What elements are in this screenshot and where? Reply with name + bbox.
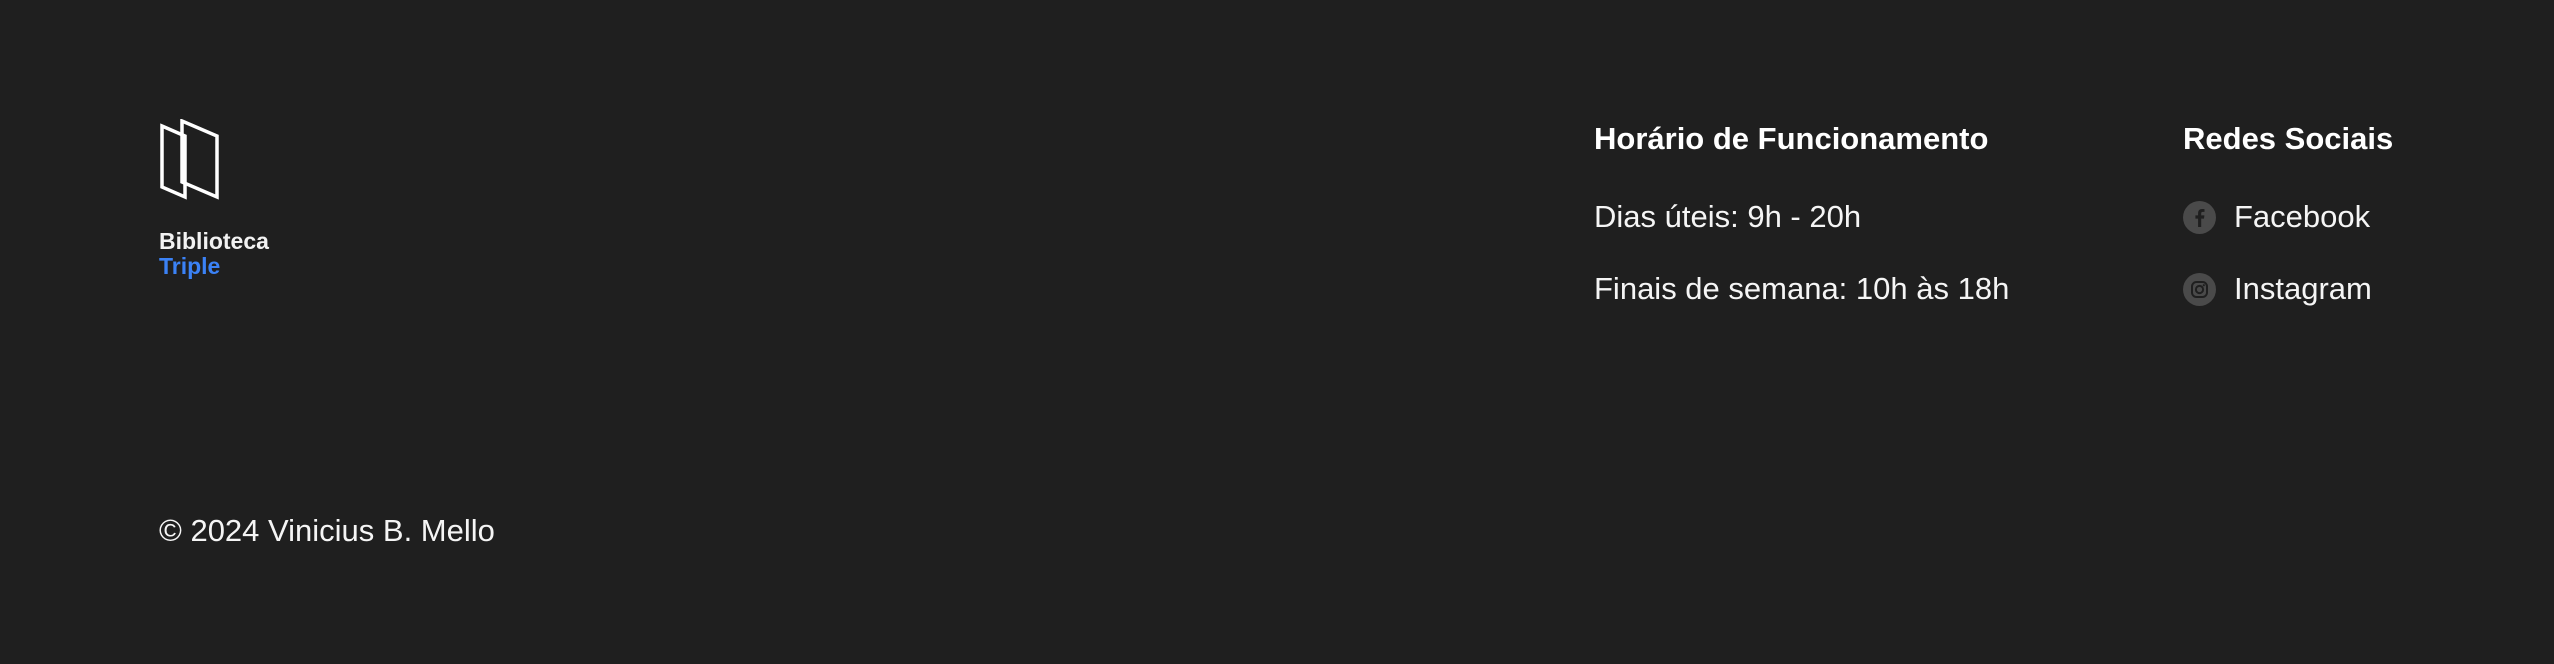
brand-name-primary: Biblioteca: [159, 228, 269, 254]
facebook-icon: [2183, 200, 2216, 234]
instagram-label: Instagram: [2234, 271, 2372, 306]
brand-name: Biblioteca Triple: [159, 229, 269, 279]
instagram-link[interactable]: Instagram: [2183, 269, 2393, 309]
facebook-link[interactable]: Facebook: [2183, 197, 2393, 237]
brand-name-accent: Triple: [159, 253, 221, 279]
instagram-icon: [2183, 272, 2216, 306]
opening-hours: Horário de Funcionamento Dias úteis: 9h …: [1594, 119, 2009, 341]
social-networks-title: Redes Sociais: [2183, 121, 2394, 156]
social-networks: Redes Sociais Facebook Instagram: [2183, 119, 2393, 341]
weekday-hours: Dias úteis: 9h - 20h: [1594, 199, 1862, 234]
book-pages-logo-icon: [160, 119, 219, 200]
copyright-text: © 2024 Vinicius B. Mello: [159, 513, 495, 548]
brand[interactable]: Biblioteca Triple: [159, 119, 269, 279]
site-footer: Biblioteca Triple Horário de Funcionamen…: [0, 0, 2554, 664]
weekend-hours: Finais de semana: 10h às 18h: [1594, 271, 2010, 306]
facebook-label: Facebook: [2234, 199, 2371, 234]
opening-hours-title: Horário de Funcionamento: [1594, 121, 1989, 156]
